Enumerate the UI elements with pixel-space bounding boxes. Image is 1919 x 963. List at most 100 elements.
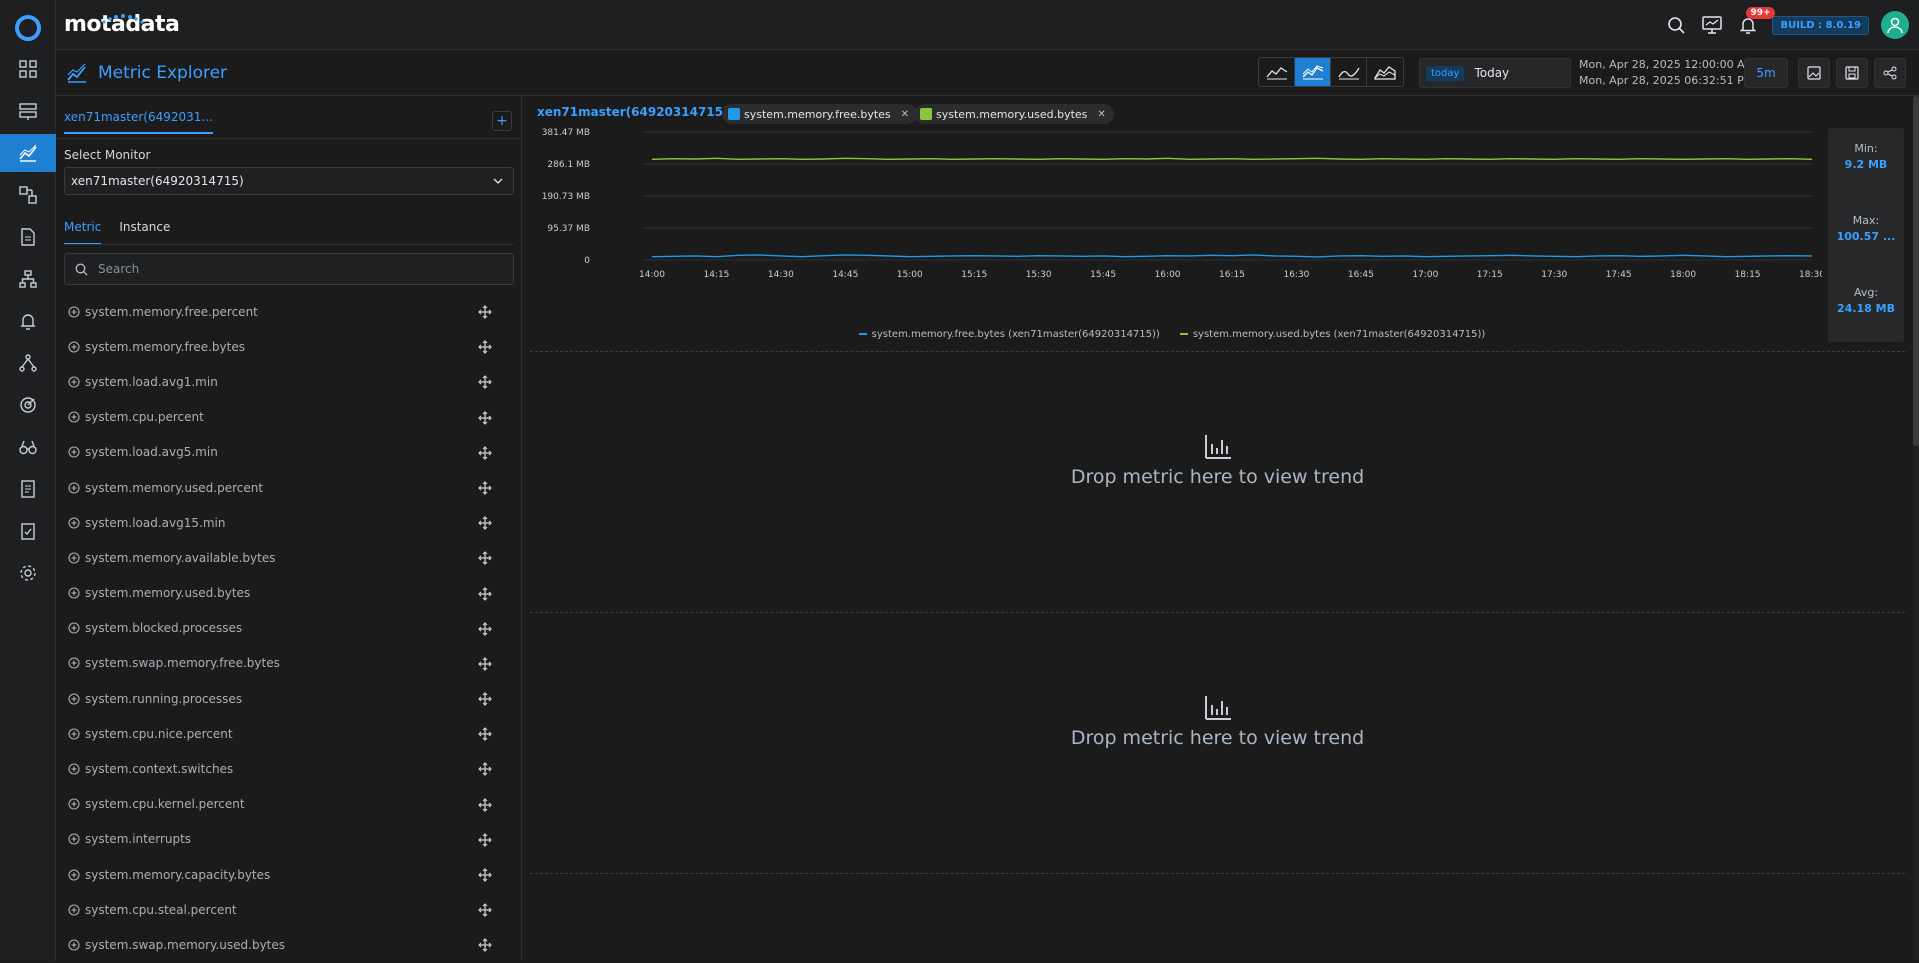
nav-item-hierarchy[interactable] bbox=[0, 344, 56, 382]
metric-list-item[interactable]: system.cpu.percent bbox=[56, 400, 522, 435]
vertical-scrollbar[interactable] bbox=[1913, 96, 1919, 961]
share-icon[interactable] bbox=[1874, 58, 1906, 88]
drag-handle-icon[interactable] bbox=[478, 446, 492, 460]
add-circle-icon[interactable] bbox=[68, 728, 80, 740]
metric-list-item[interactable]: system.swap.memory.used.bytes bbox=[56, 927, 522, 962]
add-circle-icon[interactable] bbox=[68, 622, 80, 634]
drag-handle-icon[interactable] bbox=[478, 903, 492, 917]
metric-list-item[interactable]: system.memory.free.bytes bbox=[56, 329, 522, 364]
drag-handle-icon[interactable] bbox=[478, 833, 492, 847]
add-circle-icon[interactable] bbox=[68, 446, 80, 458]
drag-handle-icon[interactable] bbox=[478, 798, 492, 812]
metric-list-item[interactable]: system.running.processes bbox=[56, 681, 522, 716]
area-line-chart-icon[interactable] bbox=[1259, 58, 1295, 86]
metric-list-item[interactable]: system.blocked.processes bbox=[56, 611, 522, 646]
legend-item[interactable]: system.memory.free.bytes (xen71master(64… bbox=[859, 326, 1160, 342]
nav-item-server[interactable] bbox=[0, 92, 56, 130]
add-circle-icon[interactable] bbox=[68, 763, 80, 775]
monitor-dropdown[interactable]: xen71master(64920314715) bbox=[64, 167, 514, 195]
metric-list-item[interactable]: system.swap.memory.free.bytes bbox=[56, 646, 522, 681]
nav-item-binoculars[interactable] bbox=[0, 428, 56, 466]
add-circle-icon[interactable] bbox=[68, 517, 80, 529]
add-circle-icon[interactable] bbox=[68, 376, 80, 388]
metric-list-item[interactable]: system.interrupts bbox=[56, 822, 522, 857]
drag-handle-icon[interactable] bbox=[478, 657, 492, 671]
nav-item-radar[interactable] bbox=[0, 386, 56, 424]
add-circle-icon[interactable] bbox=[68, 306, 80, 318]
stacked-area-chart-icon[interactable] bbox=[1367, 58, 1403, 86]
monitor-tab[interactable]: xen71master(6492031... bbox=[64, 110, 213, 134]
metric-list-item[interactable]: system.memory.free.percent bbox=[56, 294, 522, 329]
add-circle-icon[interactable] bbox=[68, 411, 80, 423]
nav-item-report[interactable] bbox=[0, 470, 56, 508]
save-widget-icon[interactable] bbox=[1836, 58, 1868, 88]
spline-chart-icon[interactable] bbox=[1331, 58, 1367, 86]
drop-zone[interactable]: Drop metric here to view trend bbox=[530, 356, 1905, 566]
legend-item[interactable]: system.memory.used.bytes (xen71master(64… bbox=[1180, 326, 1486, 342]
add-circle-icon[interactable] bbox=[68, 904, 80, 916]
add-circle-icon[interactable] bbox=[68, 552, 80, 564]
drag-handle-icon[interactable] bbox=[478, 481, 492, 495]
drag-handle-icon[interactable] bbox=[478, 305, 492, 319]
image-export-icon[interactable] bbox=[1798, 58, 1830, 88]
drop-zone[interactable]: Drop metric here to view trend bbox=[530, 617, 1905, 827]
metric-list-item[interactable]: system.memory.used.percent bbox=[56, 470, 522, 505]
drag-handle-icon[interactable] bbox=[478, 868, 492, 882]
nav-item-metric-explorer[interactable] bbox=[0, 134, 56, 172]
add-monitor-button[interactable]: + bbox=[492, 111, 512, 131]
tab-metric[interactable]: Metric bbox=[64, 220, 101, 245]
add-circle-icon[interactable] bbox=[68, 693, 80, 705]
metric-list-item[interactable]: system.context.switches bbox=[56, 751, 522, 786]
drag-handle-icon[interactable] bbox=[478, 762, 492, 776]
drag-handle-icon[interactable] bbox=[478, 587, 492, 601]
metric-chip[interactable]: system.memory.free.bytes ✕ bbox=[722, 104, 917, 124]
add-circle-icon[interactable] bbox=[68, 341, 80, 353]
add-circle-icon[interactable] bbox=[68, 587, 80, 599]
drag-handle-icon[interactable] bbox=[478, 551, 492, 565]
scrollbar-thumb[interactable] bbox=[1913, 96, 1919, 446]
drag-handle-icon[interactable] bbox=[478, 622, 492, 636]
add-circle-icon[interactable] bbox=[68, 833, 80, 845]
drag-handle-icon[interactable] bbox=[478, 727, 492, 741]
nav-item-network[interactable] bbox=[0, 260, 56, 298]
nav-item-gear[interactable] bbox=[0, 554, 56, 592]
interval-selector[interactable]: 5m bbox=[1744, 58, 1788, 88]
app-logo-icon[interactable] bbox=[14, 14, 42, 42]
time-range-selector[interactable]: today Today bbox=[1419, 58, 1571, 88]
nav-item-document[interactable] bbox=[0, 218, 56, 256]
add-circle-icon[interactable] bbox=[68, 657, 80, 669]
user-avatar[interactable] bbox=[1881, 11, 1909, 39]
search-input[interactable] bbox=[96, 261, 476, 277]
add-circle-icon[interactable] bbox=[68, 869, 80, 881]
metric-list-item[interactable]: system.memory.used.bytes bbox=[56, 576, 522, 611]
drag-handle-icon[interactable] bbox=[478, 411, 492, 425]
metric-list-item[interactable]: system.load.avg15.min bbox=[56, 505, 522, 540]
drag-handle-icon[interactable] bbox=[478, 340, 492, 354]
drag-handle-icon[interactable] bbox=[478, 516, 492, 530]
add-circle-icon[interactable] bbox=[68, 798, 80, 810]
metric-list-item[interactable]: system.memory.capacity.bytes bbox=[56, 857, 522, 892]
metric-list-item[interactable]: system.cpu.steal.percent bbox=[56, 892, 522, 927]
metric-list-item[interactable]: system.cpu.nice.percent bbox=[56, 716, 522, 751]
nav-item-bell[interactable] bbox=[0, 302, 56, 340]
line-chart-icon[interactable] bbox=[1295, 58, 1331, 86]
notifications-bell-icon[interactable]: 99+ bbox=[1736, 13, 1760, 37]
metric-list-item[interactable]: system.cpu.kernel.percent bbox=[56, 787, 522, 822]
metric-chip[interactable]: system.memory.used.bytes ✕ bbox=[914, 104, 1114, 124]
close-icon[interactable]: ✕ bbox=[1097, 109, 1105, 120]
tab-instance[interactable]: Instance bbox=[119, 220, 170, 245]
metric-list-item[interactable]: system.load.avg1.min bbox=[56, 364, 522, 399]
metric-list-item[interactable]: system.memory.available.bytes bbox=[56, 540, 522, 575]
add-circle-icon[interactable] bbox=[68, 939, 80, 951]
search-icon[interactable] bbox=[1664, 13, 1688, 37]
nav-item-topology[interactable] bbox=[0, 176, 56, 214]
chart-monitor-name[interactable]: xen71master(64920314715) bbox=[537, 105, 728, 119]
drag-handle-icon[interactable] bbox=[478, 375, 492, 389]
drag-handle-icon[interactable] bbox=[478, 938, 492, 952]
metric-list-item[interactable]: system.load.avg5.min bbox=[56, 435, 522, 470]
close-icon[interactable]: ✕ bbox=[901, 109, 909, 120]
add-circle-icon[interactable] bbox=[68, 482, 80, 494]
nav-item-grid[interactable] bbox=[0, 50, 56, 88]
nav-item-checklist[interactable] bbox=[0, 512, 56, 550]
monitor-screen-icon[interactable] bbox=[1700, 13, 1724, 37]
